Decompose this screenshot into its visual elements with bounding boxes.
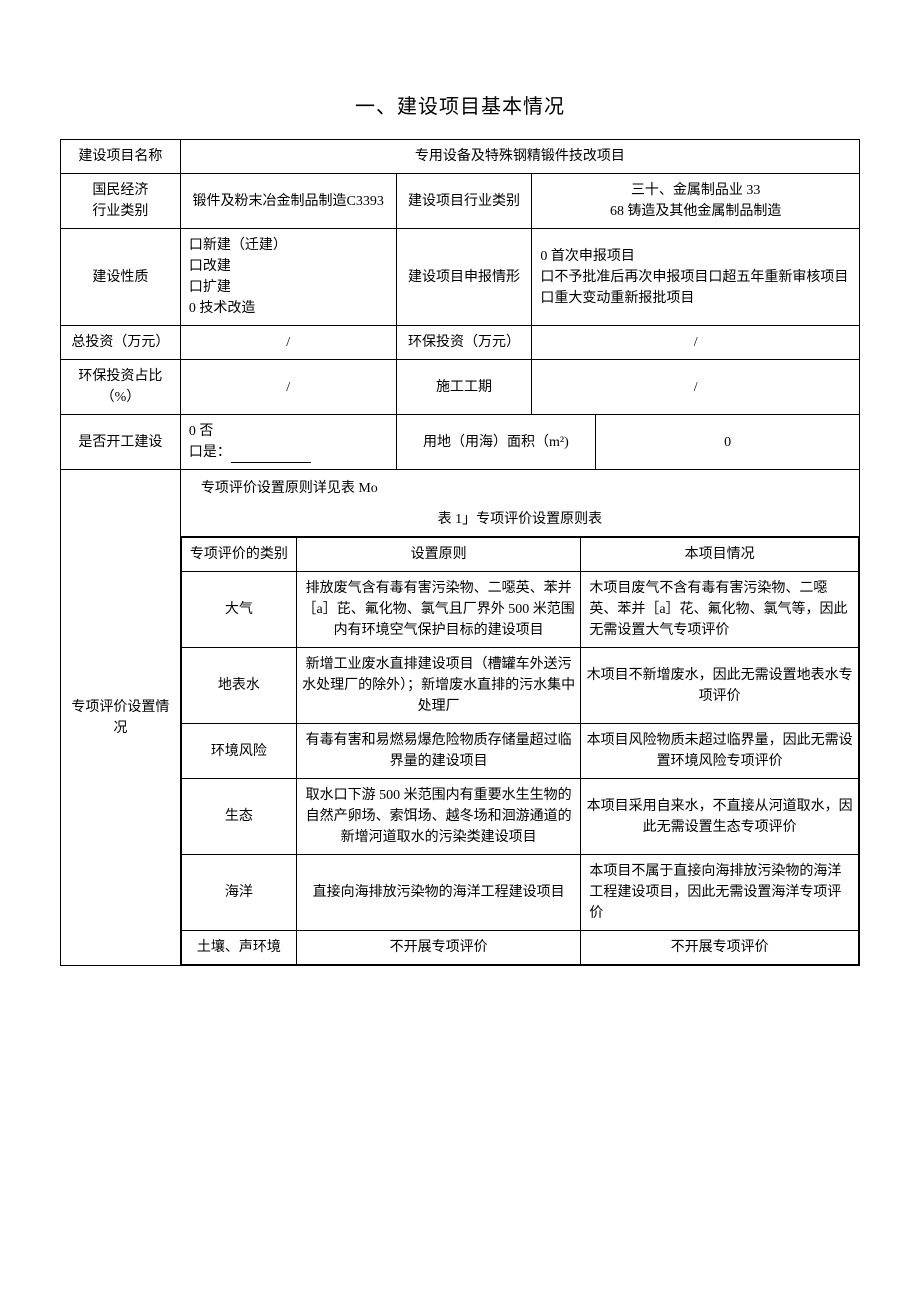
started-yes-blank (231, 462, 311, 463)
page-title: 一、建设项目基本情况 (60, 90, 860, 119)
sub-cat: 环境风险 (181, 724, 296, 779)
sub-situation: 木项目不新增废水，因此无需设置地表水专项评价 (581, 648, 859, 724)
sub-cat: 海洋 (181, 855, 296, 931)
table-row: 土壤、声环境 不开展专项评价 不开展专项评价 (181, 931, 858, 965)
label-env-invest: 环保投资（万元） (396, 326, 532, 360)
sub-principle: 直接向海排放污染物的海洋工程建设项目 (296, 855, 580, 931)
value-build-nature: 口新建（迁建） 口改建 口扩建 0 技术改造 (180, 229, 396, 326)
sub-situation: 本项目不属于直接向海排放污染物的海洋工程建设项目，因此无需设置海洋专项评价 (581, 855, 859, 931)
label-total-invest: 总投资（万元） (61, 326, 181, 360)
table-row: 环境风险 有毒有害和易燃易爆危险物质存储量超过临界量的建设项目 本项目风险物质未… (181, 724, 858, 779)
sub-situation: 本项目采用自来水，不直接从河道取水，因此无需设置生态专项评价 (581, 779, 859, 855)
value-construct-period: / (532, 360, 860, 415)
sub-cat: 土壤、声环境 (181, 931, 296, 965)
sub-principle: 取水口下游 500 米范围内有重要水生生物的自然产卵场、索饵场、越冬场和洄游通道… (296, 779, 580, 855)
label-build-nature: 建设性质 (61, 229, 181, 326)
label-proj-industry: 建设项目行业类别 (396, 174, 532, 229)
table-row: 地表水 新增工业废水直排建设项目（槽罐车外送污水处理厂的除外）；新增废水直排的污… (181, 648, 858, 724)
label-land-area: 用地（用海）面积（m²) (396, 415, 596, 470)
sub-cat: 地表水 (181, 648, 296, 724)
value-env-invest: / (532, 326, 860, 360)
label-env-ratio: 环保投资占比（%） (61, 360, 181, 415)
label-apply-type: 建设项目申报情形 (396, 229, 532, 326)
sub-table-title: 表 1」专项评价设置原则表 (181, 503, 859, 536)
started-yes-option: 口是： (189, 445, 231, 460)
table-row: 海洋 直接向海排放污染物的海洋工程建设项目 本项目不属于直接向海排放污染物的海洋… (181, 855, 858, 931)
main-form-table: 建设项目名称 专用设备及特殊钢精锻件技改项目 国民经济 行业类别 锻件及粉末冶金… (60, 139, 860, 966)
label-econ-category: 国民经济 行业类别 (61, 174, 181, 229)
value-econ-category: 锻件及粉末冶金制品制造C3393 (180, 174, 396, 229)
label-special-eval: 专项评价设置情况 (61, 470, 181, 966)
sub-principle: 排放废气含有毒有害污染物、二噁英、苯并［a］芘、氟化物、氯气且厂界外 500 米… (296, 572, 580, 648)
value-project-name: 专用设备及特殊钢精锻件技改项目 (180, 140, 859, 174)
table-row: 生态 取水口下游 500 米范围内有重要水生生物的自然产卵场、索饵场、越冬场和洄… (181, 779, 858, 855)
sub-heading: 专项评价设置原则详见表 Mo (181, 470, 859, 503)
value-total-invest: / (180, 326, 396, 360)
value-env-ratio: / (180, 360, 396, 415)
sub-header-situation: 本项目情况 (581, 538, 859, 572)
started-no-option: 0 否 (189, 424, 214, 439)
table-row: 大气 排放废气含有毒有害污染物、二噁英、苯并［a］芘、氟化物、氯气且厂界外 50… (181, 572, 858, 648)
sub-principle: 不开展专项评价 (296, 931, 580, 965)
value-proj-industry: 三十、金属制品业 33 68 铸造及其他金属制品制造 (532, 174, 860, 229)
sub-cat: 生态 (181, 779, 296, 855)
sub-table: 专项评价的类别 设置原则 本项目情况 大气 排放废气含有毒有害污染物、二噁英、苯… (181, 537, 859, 965)
label-started: 是否开工建设 (61, 415, 181, 470)
sub-situation: 不开展专项评价 (581, 931, 859, 965)
value-land-area: 0 (596, 415, 860, 470)
sub-principle: 有毒有害和易燃易爆危险物质存储量超过临界量的建设项目 (296, 724, 580, 779)
sub-header-principle: 设置原则 (296, 538, 580, 572)
sub-principle: 新增工业废水直排建设项目（槽罐车外送污水处理厂的除外）；新增废水直排的污水集中处… (296, 648, 580, 724)
value-apply-type: 0 首次申报项目 口不予批准后再次申报项目口超五年重新审核项目口重大变动重新报批… (532, 229, 860, 326)
sub-situation: 木项目废气不含有毒有害污染物、二噁英、苯并［a］花、氟化物、氯气等，因此无需设置… (581, 572, 859, 648)
label-project-name: 建设项目名称 (61, 140, 181, 174)
sub-cat: 大气 (181, 572, 296, 648)
label-construct-period: 施工工期 (396, 360, 532, 415)
sub-header-category: 专项评价的类别 (181, 538, 296, 572)
value-started: 0 否 口是： (180, 415, 396, 470)
sub-situation: 本项目风险物质未超过临界量，因此无需设置环境风险专项评价 (581, 724, 859, 779)
